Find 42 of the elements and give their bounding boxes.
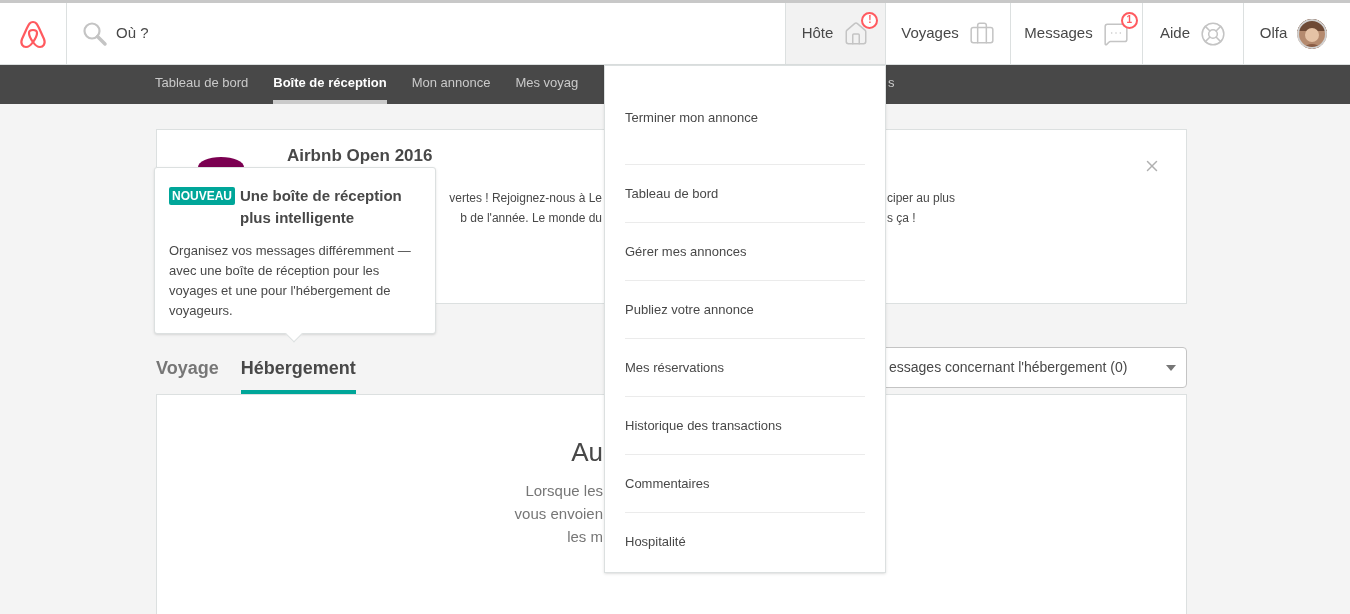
subnav-tab[interactable]: s [888,65,895,104]
menu-item[interactable]: Historique des transactions [625,397,865,455]
event-avatar [198,157,244,167]
subnav-tab[interactable]: Tableau de bord [155,65,249,104]
notification-badge: ! [861,11,879,29]
announcement-title: Airbnb Open 2016 [287,146,434,166]
menu-item[interactable]: Tableau de bord [625,165,865,223]
search-field[interactable]: Où ? [116,22,416,45]
select-value: essages concernant l'hébergement (0) [889,358,1128,377]
chat-icon [1102,20,1129,47]
announcement-text: vertes ! Rejoignez-nous à Le [449,190,602,207]
menu-item[interactable]: Publiez votre annonce [625,281,865,339]
search-icon [82,20,108,47]
empty-text: les m [567,527,603,547]
new-badge: NOUVEAU [169,187,235,205]
menu-item[interactable]: Gérer mes annonces [625,223,865,281]
nav-item[interactable]: Hôte ! [785,3,885,64]
menu-item[interactable]: Hospitalité [625,513,865,571]
house-icon [843,20,870,47]
tooltip-text: Organisez vos messages différemment — avec une boîte de réception pour les voyages et une pour l'hébergement de voyageurs. [169,242,412,320]
menu-item[interactable]: Mes réservations [625,339,865,397]
nav-label: Messages [1024,23,1093,44]
inbox-tab[interactable]: Voyage [156,355,219,394]
notification-badge: 1 [1120,11,1138,29]
menu-item[interactable]: Terminer mon annonce [625,66,865,165]
nav-label: Aide [1160,23,1190,44]
announcement-text: s ça ! [887,211,916,225]
subnav-tab[interactable]: Boîte de réception [273,65,387,104]
caret-icon [1166,364,1176,371]
subnav-tab[interactable]: Mon annonce [411,65,491,104]
announcement-text: ciper au plus [887,191,956,205]
subnav-tab[interactable]: Mes voyag [515,65,579,104]
menu-item[interactable]: Commentaires [625,455,865,513]
empty-text: Lorsque les [525,481,603,501]
nav-label: Olfa [1259,23,1288,44]
tooltip-title: Une boîte de réception plus intelligente [240,186,403,228]
lifebuoy-icon [1200,20,1226,47]
nav-label: Voyages [901,23,959,44]
nav-label: Hôte [801,23,834,44]
empty-text: vous envoien [514,504,603,524]
announcement-text: b de l'année. Le monde du [460,210,602,227]
empty-title: Au [571,436,603,469]
